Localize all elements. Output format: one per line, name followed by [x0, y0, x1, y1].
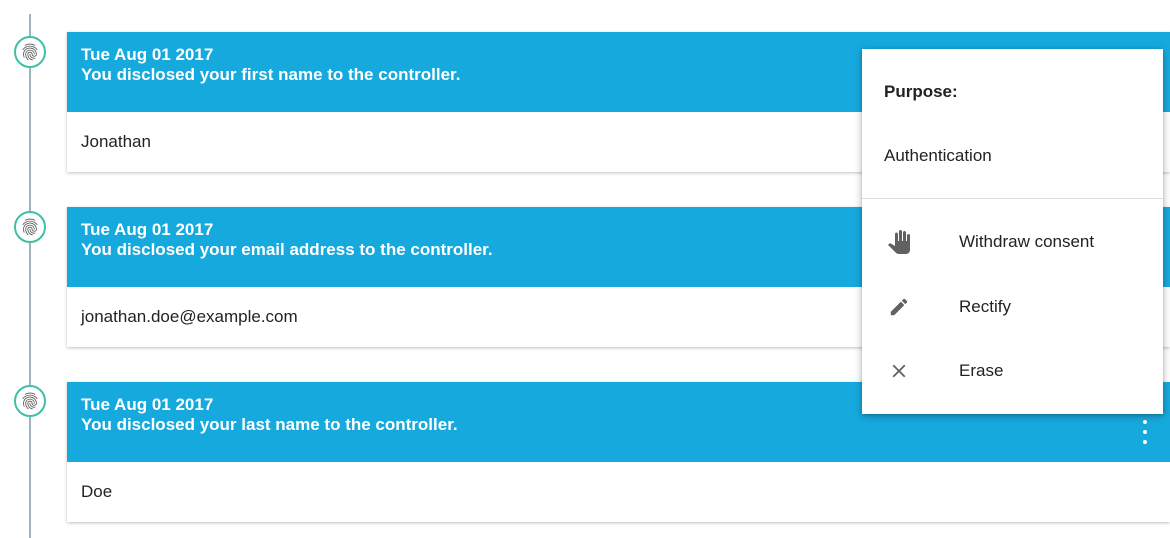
fingerprint-icon [14, 385, 46, 417]
withdraw-consent-label: Withdraw consent [959, 232, 1095, 251]
fingerprint-icon [14, 36, 46, 68]
close-icon [884, 356, 914, 386]
timeline-line [29, 14, 31, 538]
card-value: Doe [81, 482, 113, 501]
purpose-label: Purpose: [884, 82, 958, 101]
rectify-menu-item[interactable]: Rectify [862, 282, 1163, 332]
fingerprint-icon [14, 211, 46, 243]
erase-menu-item[interactable]: Erase [862, 346, 1163, 396]
withdraw-consent-menu-item[interactable]: Withdraw consent [862, 217, 1163, 267]
hand-icon [884, 227, 914, 257]
purpose-value: Authentication [884, 146, 992, 165]
card-description: You disclosed your last name to the cont… [81, 415, 458, 434]
actions-menu: Purpose: Authentication Withdraw consent… [862, 49, 1163, 414]
rectify-label: Rectify [959, 297, 1011, 316]
pencil-icon [884, 292, 914, 322]
erase-label: Erase [959, 361, 1004, 380]
more-options-icon[interactable] [1142, 420, 1148, 444]
menu-divider [862, 198, 1163, 199]
